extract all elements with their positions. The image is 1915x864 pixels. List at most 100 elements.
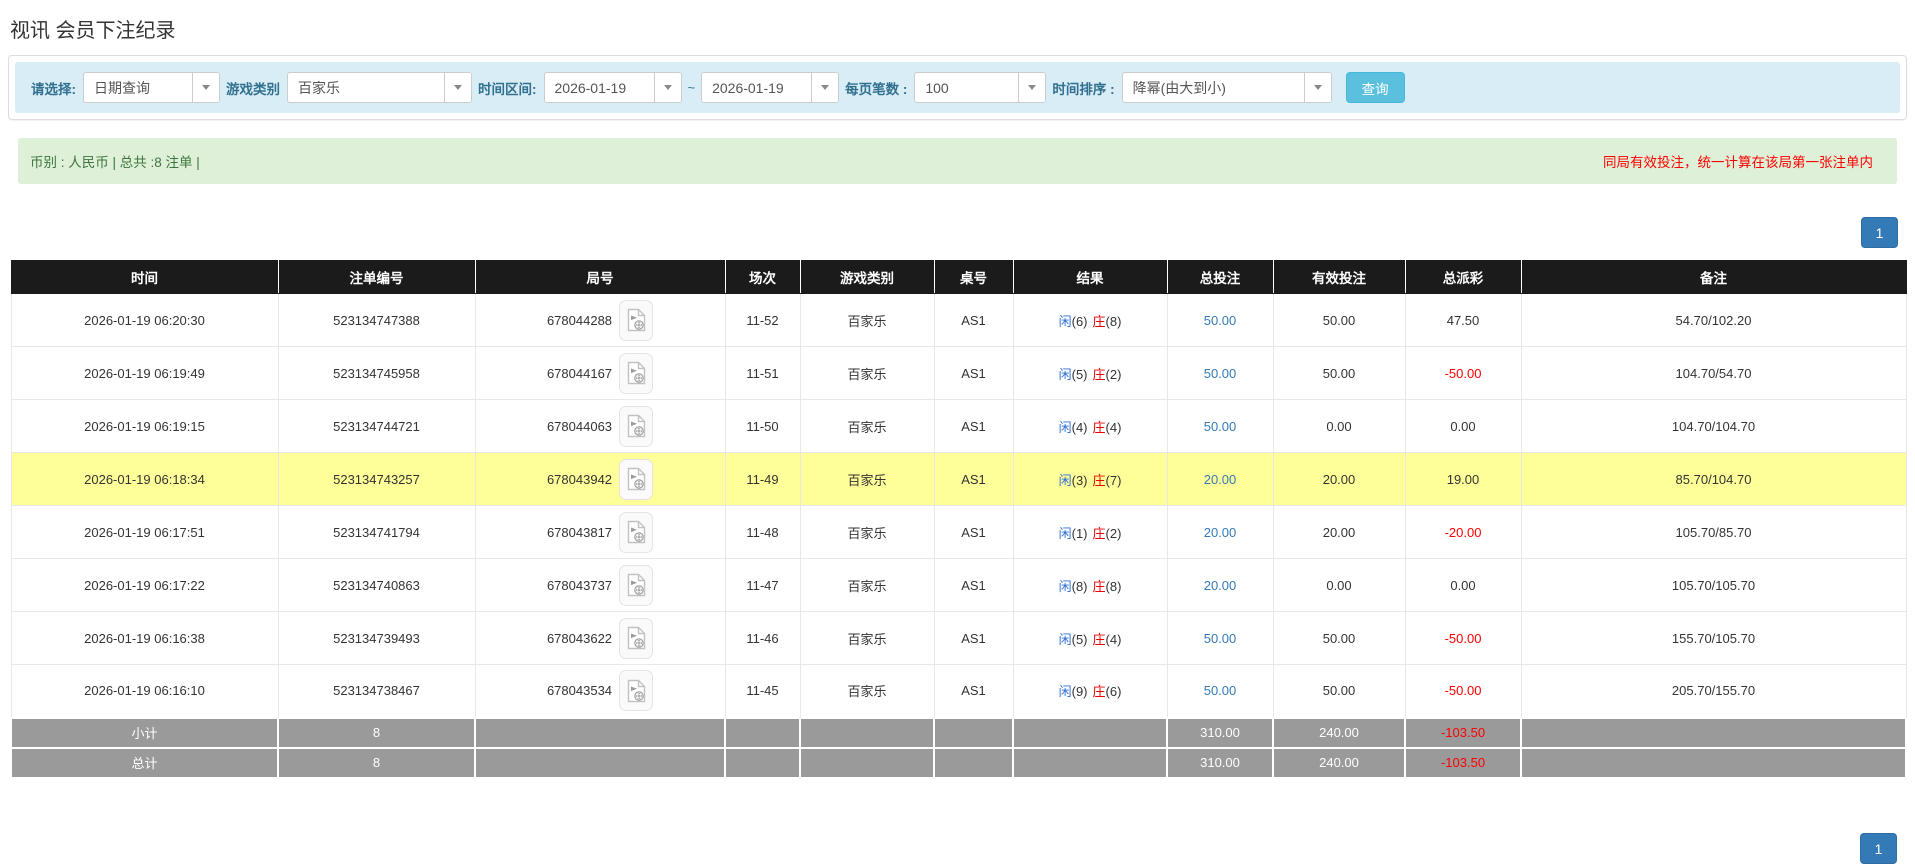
cell-round: 678043534: [474, 664, 726, 718]
cell-session: 11-45: [724, 664, 801, 718]
table-row[interactable]: 2026-01-19 06:19:15 523134744721 678044063…: [10, 399, 1907, 453]
column-header-7: 总投注: [1166, 260, 1274, 294]
cell-round: 678043942: [474, 452, 726, 506]
pagination-top: 1: [0, 217, 1898, 248]
cell-valid-bet: 0.00: [1272, 558, 1406, 612]
cell-game: 百家乐: [799, 399, 935, 453]
summary-empty-cell: [724, 746, 801, 779]
summary-empty-cell: [933, 716, 1014, 749]
cell-total-bet: 50.00: [1166, 346, 1274, 400]
table-row[interactable]: 2026-01-19 06:16:10 523134738467 678043534…: [10, 664, 1907, 718]
time-sort-label: 时间排序 :: [1052, 81, 1115, 97]
table-row[interactable]: 2026-01-19 06:20:30 523134747388 678044288…: [10, 293, 1907, 347]
cell-total-bet: 50.00: [1166, 611, 1274, 665]
banker-result-label: 庄: [1092, 419, 1106, 435]
cell-total-bet: 20.00: [1166, 558, 1274, 612]
video-replay-button[interactable]: [619, 617, 654, 659]
video-replay-button[interactable]: [619, 352, 654, 394]
video-replay-button[interactable]: [619, 511, 654, 553]
total-bet-link[interactable]: 20.00: [1204, 472, 1237, 487]
round-number: 678043942: [546, 471, 613, 487]
video-replay-button[interactable]: [619, 405, 654, 447]
player-result-score: (5): [1071, 366, 1088, 382]
cell-total-bet: 50.00: [1166, 399, 1274, 453]
grand-total-row: 总计 8 310.00 240.00 -103.50: [10, 746, 1907, 779]
date-to-picker[interactable]: 2026-01-19: [701, 72, 840, 103]
banker-result-score: (4): [1105, 419, 1122, 435]
video-file-icon: [627, 679, 645, 702]
currency-summary-text: 币别 : 人民币 | 总共 :8 注单 |: [30, 155, 200, 170]
cell-total-bet: 20.00: [1166, 505, 1274, 559]
banker-result-label: 庄: [1092, 578, 1106, 594]
table-row[interactable]: 2026-01-19 06:17:22 523134740863 678043737…: [10, 558, 1907, 612]
summary-empty-cell: [799, 746, 935, 779]
player-result-label: 闲: [1058, 419, 1072, 435]
cell-payout: 0.00: [1404, 399, 1522, 453]
game-category-select[interactable]: 百家乐: [287, 72, 472, 103]
total-bet-link[interactable]: 50.00: [1204, 419, 1237, 434]
cell-game: 百家乐: [799, 452, 935, 506]
total-bet-link[interactable]: 20.00: [1204, 578, 1237, 593]
chevron-down-icon: [653, 73, 681, 102]
cell-session: 11-48: [724, 505, 801, 559]
pagination-page-button-bottom[interactable]: 1: [1860, 833, 1897, 864]
player-result-label: 闲: [1058, 631, 1072, 647]
filter-bar: 请选择: 日期查询 游戏类别 百家乐 时间区间: 2026-01-19 ~ 20…: [15, 62, 1900, 113]
cell-game: 百家乐: [799, 346, 935, 400]
cell-game: 百家乐: [799, 558, 935, 612]
cell-time: 2026-01-19 06:16:38: [10, 611, 279, 665]
cell-remark: 105.70/85.70: [1520, 505, 1907, 559]
chevron-down-icon: [1018, 73, 1046, 102]
summary-empty-cell: [1012, 716, 1168, 749]
cell-round: 678044167: [474, 346, 726, 400]
banker-result-score: (8): [1105, 313, 1122, 329]
cell-result: 闲(8) 庄(8): [1012, 558, 1168, 612]
cell-time: 2026-01-19 06:19:49: [10, 346, 279, 400]
cell-result: 闲(4) 庄(4): [1012, 399, 1168, 453]
cell-table: AS1: [933, 399, 1014, 453]
subtotal-total-bet: 310.00: [1166, 716, 1274, 749]
cell-payout: -20.00: [1404, 505, 1522, 559]
video-replay-button[interactable]: [619, 458, 654, 500]
search-button[interactable]: 查询: [1345, 72, 1405, 103]
total-bet-link[interactable]: 50.00: [1204, 631, 1237, 646]
query-type-select[interactable]: 日期查询: [83, 72, 220, 103]
total-bet-link[interactable]: 20.00: [1204, 525, 1237, 540]
cell-valid-bet: 50.00: [1272, 293, 1406, 347]
total-bet-link[interactable]: 50.00: [1204, 683, 1237, 698]
video-file-icon: [627, 626, 645, 650]
date-from-picker[interactable]: 2026-01-19: [543, 72, 682, 103]
table-row[interactable]: 2026-01-19 06:16:38 523134739493 678043622…: [10, 611, 1907, 665]
page-size-select[interactable]: 100: [914, 72, 1047, 103]
cell-bet-id: 523134741794: [277, 505, 476, 559]
cell-table: AS1: [933, 664, 1014, 718]
video-replay-button[interactable]: [619, 299, 654, 341]
total-bet-link[interactable]: 50.00: [1204, 313, 1237, 328]
date-to-value: 2026-01-19: [712, 79, 784, 96]
table-row[interactable]: 2026-01-19 06:17:51 523134741794 678043817…: [10, 505, 1907, 559]
date-range-separator: ~: [687, 80, 696, 95]
banker-result-score: (6): [1105, 684, 1122, 700]
table-row[interactable]: 2026-01-19 06:18:34 523134743257 678043942…: [10, 452, 1907, 506]
grand-total-total-bet: 310.00: [1166, 746, 1274, 779]
page-title: 视讯 会员下注纪录: [10, 20, 176, 42]
cell-time: 2026-01-19 06:19:15: [10, 399, 279, 453]
player-result-score: (5): [1071, 631, 1088, 647]
subtotal-payout: -103.50: [1404, 716, 1522, 749]
video-replay-button[interactable]: [619, 564, 654, 606]
subtotal-label: 小计: [10, 716, 279, 749]
table-row[interactable]: 2026-01-19 06:19:49 523134745958 678044167…: [10, 346, 1907, 400]
cell-remark: 85.70/104.70: [1520, 452, 1907, 506]
time-sort-select[interactable]: 降幂(由大到小): [1121, 72, 1332, 103]
cell-round: 678043622: [474, 611, 726, 665]
player-result-score: (6): [1071, 313, 1088, 329]
total-bet-link[interactable]: 50.00: [1204, 366, 1237, 381]
cell-total-bet: 20.00: [1166, 452, 1274, 506]
cell-result: 闲(6) 庄(8): [1012, 293, 1168, 347]
video-replay-button[interactable]: [619, 670, 654, 712]
cell-valid-bet: 20.00: [1272, 505, 1406, 559]
player-result-label: 闲: [1058, 578, 1072, 594]
summary-empty-cell: [1520, 716, 1907, 749]
cell-valid-bet: 50.00: [1272, 611, 1406, 665]
pagination-page-button[interactable]: 1: [1861, 217, 1898, 248]
